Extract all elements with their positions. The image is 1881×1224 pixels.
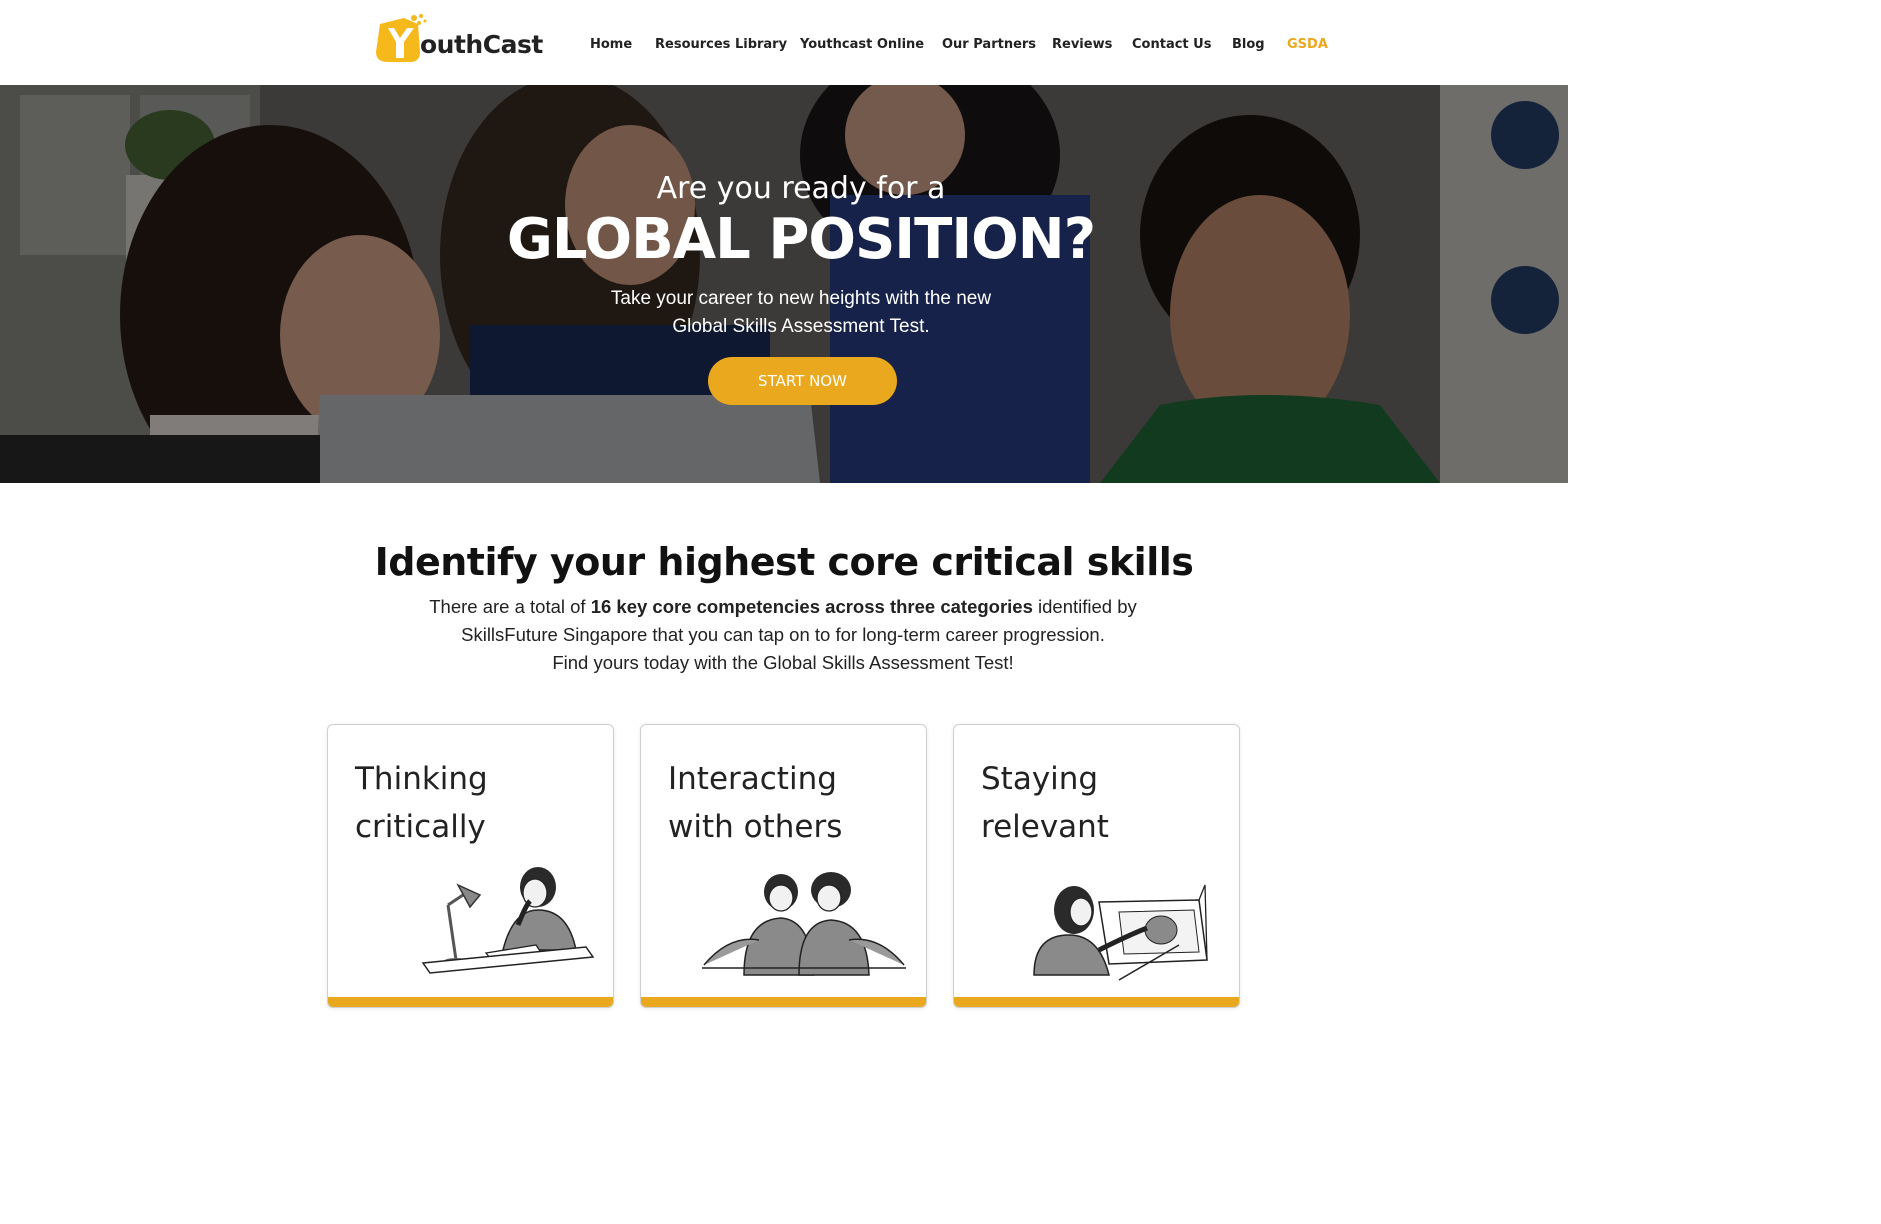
nav-resources-library[interactable]: Resources Library [655, 37, 787, 52]
two-friends-illustration [702, 872, 906, 976]
hero-title: GLOBAL POSITION? [506, 207, 1096, 272]
nav-home[interactable]: Home [590, 37, 632, 52]
skill-card-title-line-2: with others [668, 809, 843, 845]
logo-text: outhCast [420, 30, 543, 59]
intro-text-end: identified by [1032, 596, 1137, 617]
intro-text-bold: 16 key core competencies across three ca… [590, 596, 1033, 617]
person-at-desk-with-lamp-illustration [421, 867, 595, 974]
card-accent-bar [328, 997, 613, 1007]
youthcast-logo[interactable]: outhCast [374, 12, 544, 66]
intro-text-start: There are a total of [429, 596, 591, 617]
skill-card-title: Interacting with others [668, 755, 908, 851]
start-now-button[interactable]: START NOW [708, 357, 897, 405]
hero-subtitle: Are you ready for a [656, 171, 946, 206]
site-header: outhCast Home Resources Library Youthcas… [0, 0, 1568, 85]
nav-blog[interactable]: Blog [1232, 37, 1265, 52]
skill-card-title-line-1: Staying [981, 761, 1099, 797]
hero-dark-overlay [0, 85, 1568, 483]
nav-contact-us[interactable]: Contact Us [1132, 37, 1211, 52]
skills-heading: Identify your highest core critical skil… [374, 540, 1194, 584]
nav-our-partners[interactable]: Our Partners [942, 37, 1036, 52]
skills-intro-text: There are a total of 16 key core compete… [0, 593, 1566, 677]
hero-description-line-2: Global Skills Assessment Test. [672, 316, 930, 337]
hero-description: Take your career to new heights with the… [0, 285, 1568, 341]
skill-card-title-line-1: Interacting [668, 761, 837, 797]
skill-card-title: Staying relevant [981, 755, 1221, 851]
hero-banner: Are you ready for a GLOBAL POSITION? Tak… [0, 85, 1568, 483]
skill-card-title: Thinking critically [355, 755, 595, 851]
skills-intro-line-1: There are a total of 16 key core compete… [0, 593, 1566, 621]
skill-card-title-line-2: critically [355, 809, 486, 845]
hero-description-line-1: Take your career to new heights with the… [610, 288, 992, 309]
nav-youthcast-online[interactable]: Youthcast Online [800, 37, 924, 52]
nav-reviews[interactable]: Reviews [1052, 37, 1112, 52]
card-accent-bar [954, 997, 1239, 1007]
skills-intro-line-2: SkillsFuture Singapore that you can tap … [461, 624, 1105, 645]
skills-intro-line-3: Find yours today with the Global Skills … [552, 652, 1014, 673]
skill-card-staying-relevant[interactable]: Staying relevant [953, 724, 1240, 1008]
card-accent-bar [641, 997, 926, 1007]
skill-card-interacting-with-others[interactable]: Interacting with others [640, 724, 927, 1008]
skill-card-thinking-critically[interactable]: Thinking critically [327, 724, 614, 1008]
skill-card-title-line-2: relevant [981, 809, 1109, 845]
person-drawing-on-tablet-illustration [1033, 884, 1208, 981]
nav-gsda[interactable]: GSDA [1287, 37, 1328, 52]
skill-card-title-line-1: Thinking [355, 761, 488, 797]
